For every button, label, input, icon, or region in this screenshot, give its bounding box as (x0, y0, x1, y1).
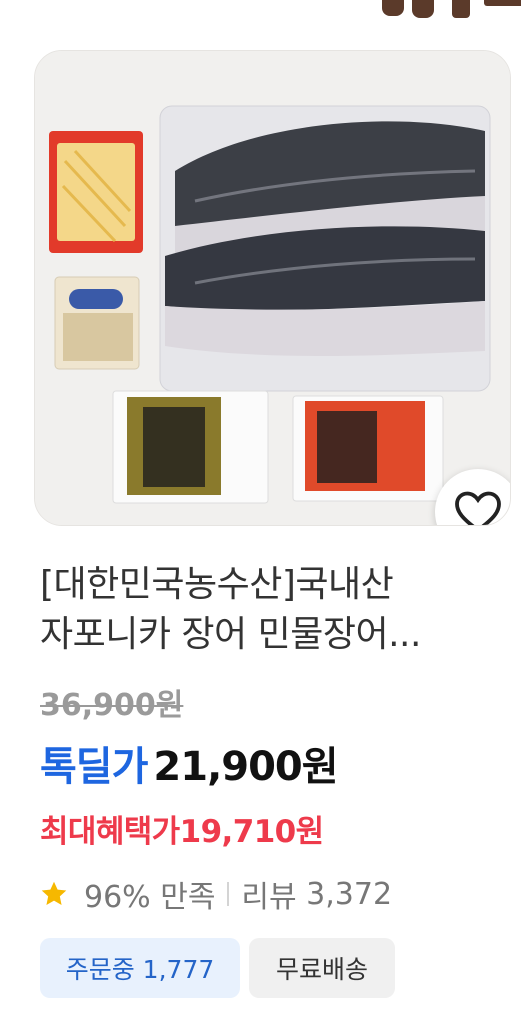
divider (227, 882, 230, 906)
rating-row: 96% 만족 리뷰 3,372 (40, 872, 392, 916)
deal-label: 톡딜가 (40, 744, 148, 790)
brand-logo-fragment (372, 0, 521, 22)
product-title-line1: [대한민국농수산]국내산 (40, 564, 394, 605)
product-title[interactable]: [대한민국농수산]국내산 자포니카 장어 민물장어... (40, 560, 500, 660)
product-image[interactable] (34, 50, 511, 526)
deal-price-row: 톡딜가 21,900원 (40, 734, 339, 792)
max-benefit-label: 최대혜택가 (40, 814, 180, 850)
product-title-line2: 자포니카 장어 민물장어... (40, 614, 421, 655)
review-count: 3,372 (306, 876, 393, 912)
product-photo (35, 51, 510, 525)
max-benefit-row: 최대혜택가19,710원 (40, 806, 324, 851)
star-icon (41, 881, 67, 905)
review-label: 리뷰 (241, 880, 297, 915)
original-price: 36,900원 (40, 688, 184, 723)
badge-row: 주문중 1,777 무료배송 (40, 938, 395, 998)
order-count-badge: 주문중 1,777 (40, 938, 240, 998)
heart-outline-icon (455, 491, 501, 525)
max-benefit-price: 19,710원 (179, 814, 325, 850)
deal-price: 21,900원 (153, 744, 338, 790)
satisfaction-rate: 96% 만족 (84, 880, 216, 915)
free-shipping-badge: 무료배송 (249, 938, 395, 998)
